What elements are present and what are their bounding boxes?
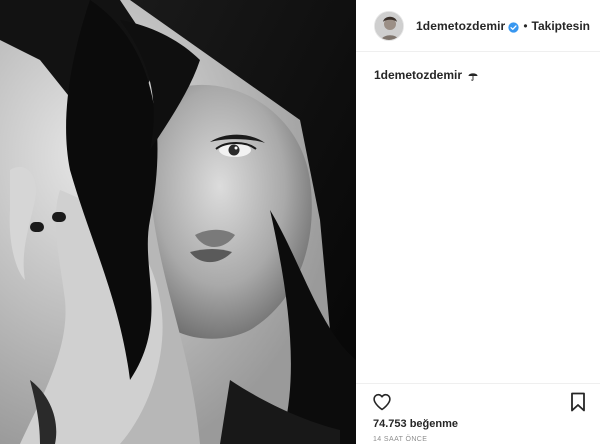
avatar[interactable] [374, 10, 404, 41]
bookmark-icon[interactable] [570, 392, 586, 412]
post-photo[interactable] [0, 0, 356, 444]
post-caption: 1demetozdemir [374, 68, 478, 82]
post-sidebar: 1demetozdemir • Takiptesin 1demetozdemir [356, 0, 600, 444]
post-photo-image [0, 0, 356, 444]
post-timestamp: 14 SAAT ÖNCE [373, 436, 428, 443]
post-actions: 74.753 beğenme 14 SAAT ÖNCE [356, 383, 600, 444]
heart-icon[interactable] [372, 392, 392, 412]
likes-count[interactable]: 74.753 beğenme [373, 418, 458, 430]
caption-username-link[interactable]: 1demetozdemir [374, 68, 462, 82]
umbrella-icon [468, 70, 478, 81]
follow-status-button[interactable]: Takiptesin [532, 19, 590, 33]
verified-badge-icon [508, 20, 519, 33]
username-link[interactable]: 1demetozdemir [416, 19, 505, 33]
instagram-post: 1demetozdemir • Takiptesin 1demetozdemir [0, 0, 600, 444]
separator-dot: • [523, 18, 528, 33]
post-header: 1demetozdemir • Takiptesin [356, 0, 600, 52]
avatar-image [375, 11, 403, 40]
